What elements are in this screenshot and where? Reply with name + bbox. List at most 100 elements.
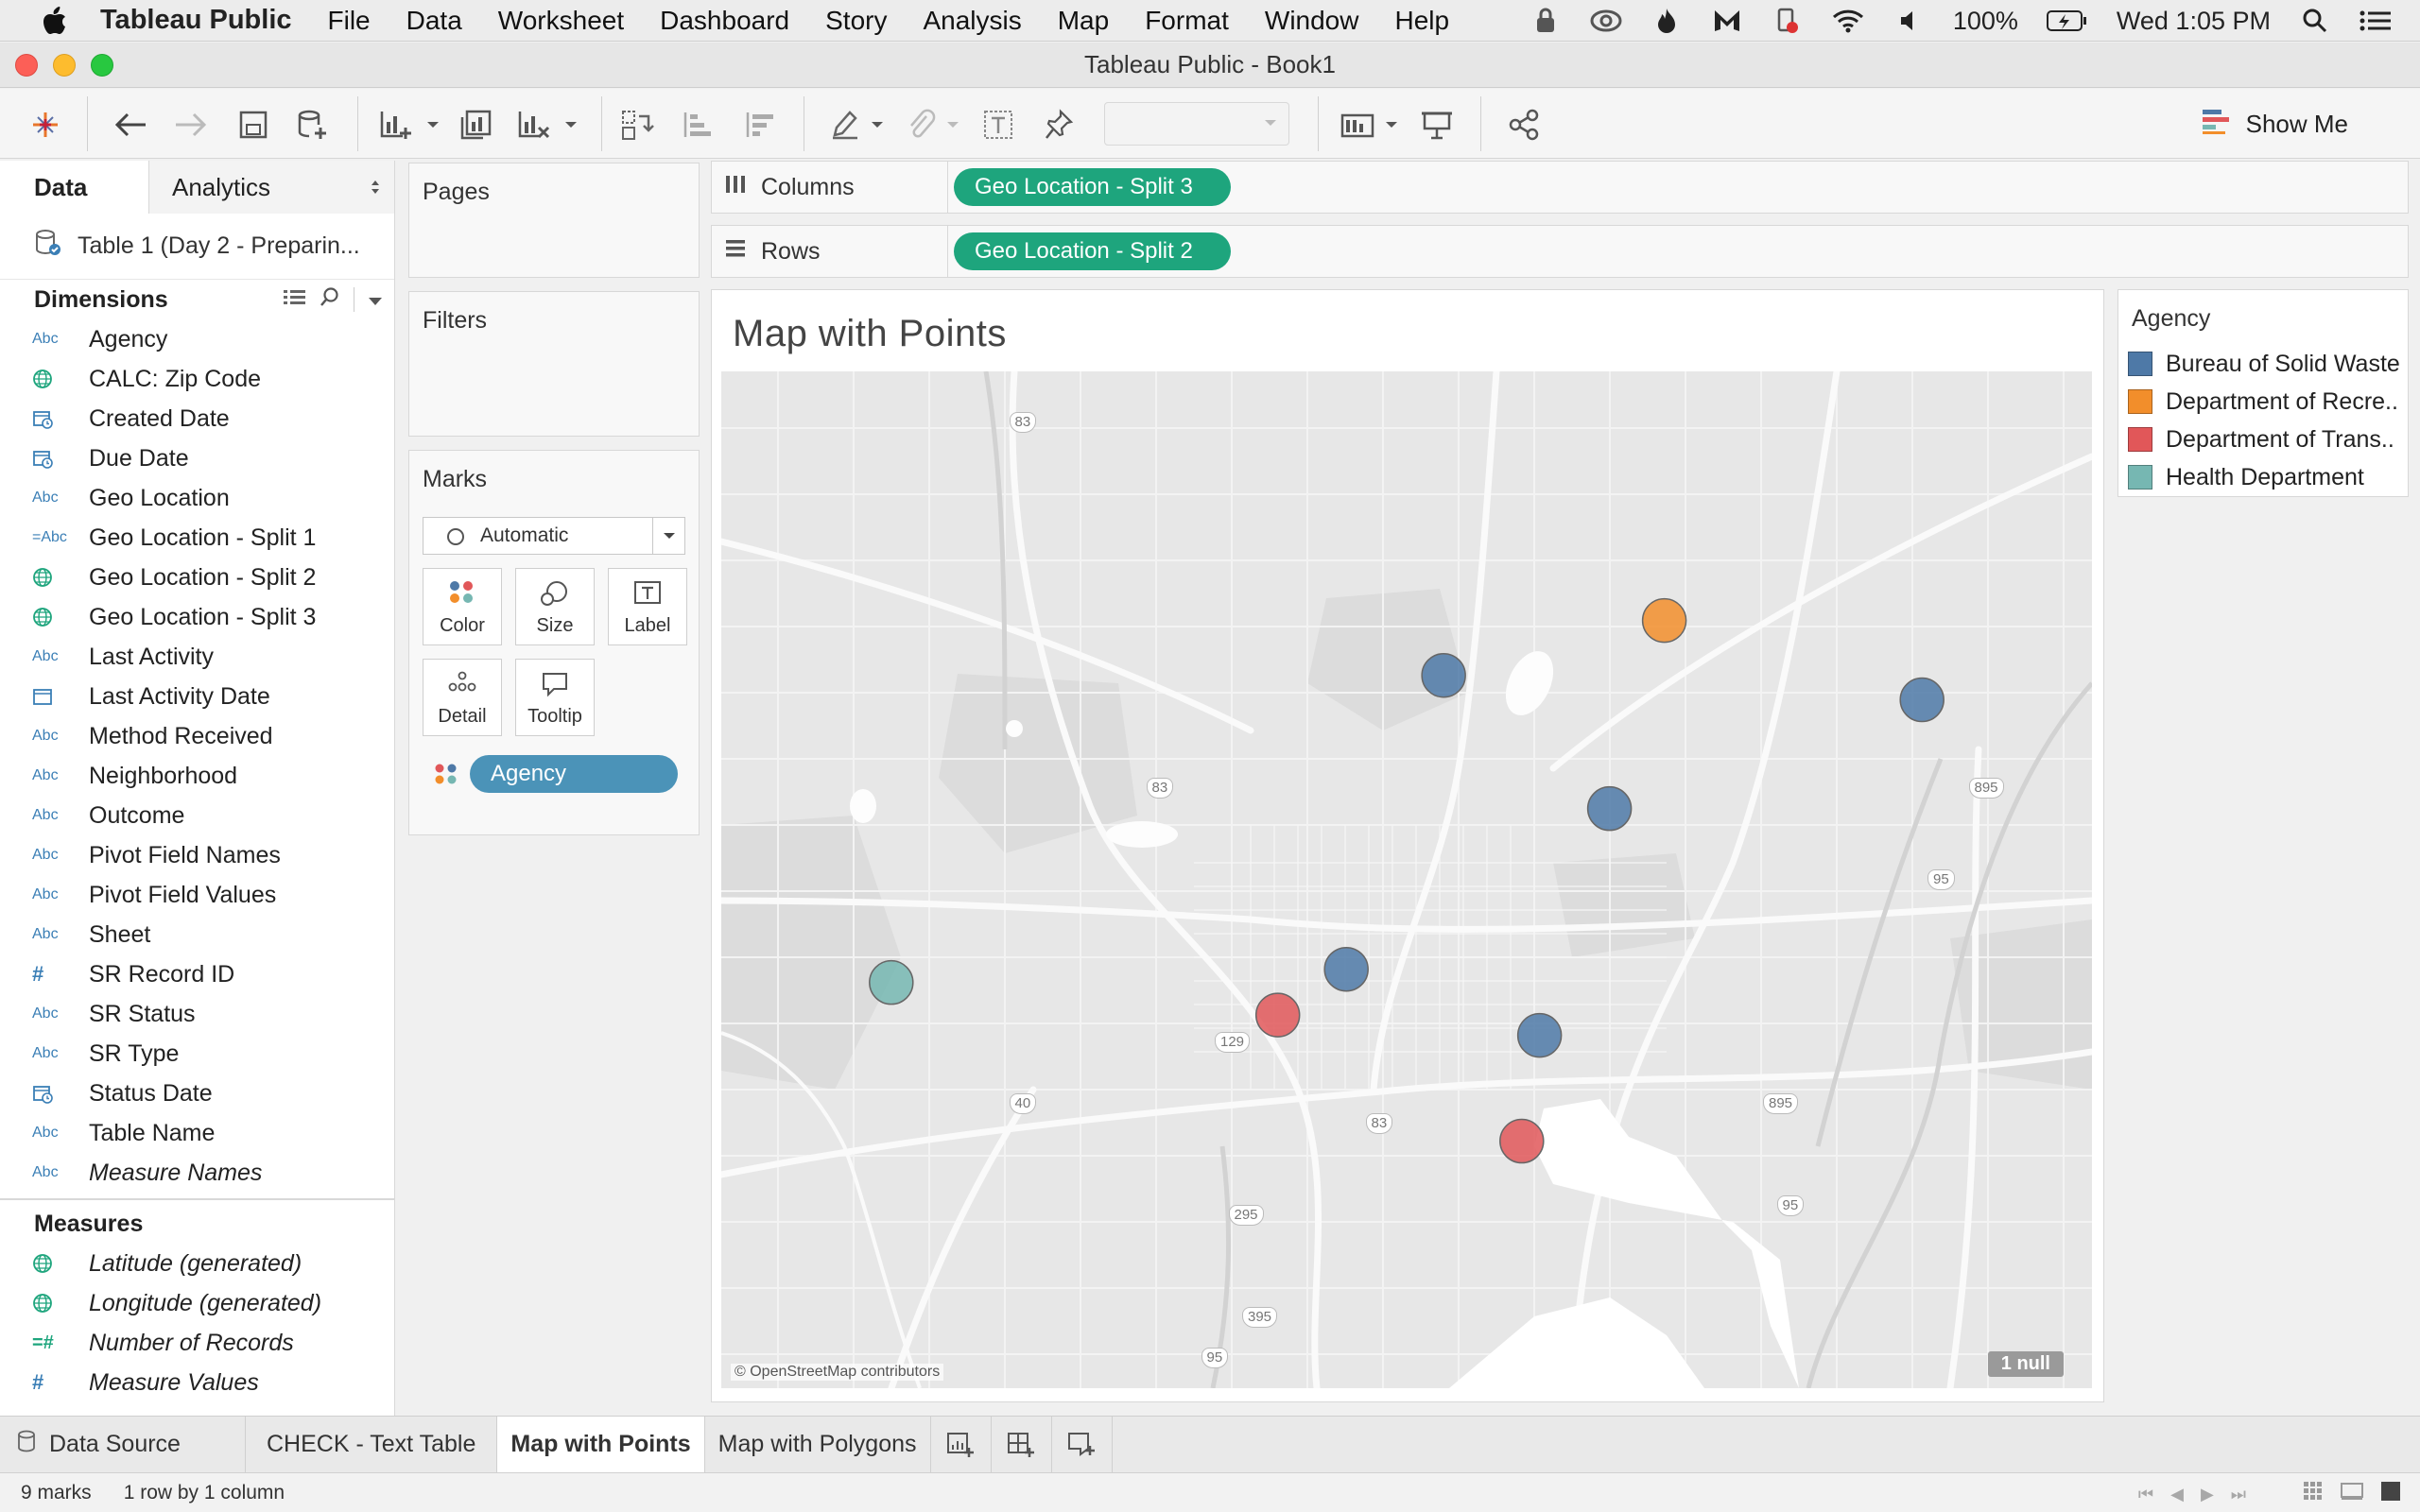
menu-data[interactable]: Data bbox=[406, 6, 462, 36]
dimension-field[interactable]: CALC: Zip Code bbox=[0, 359, 394, 399]
show-cards-dropdown-icon[interactable] bbox=[1380, 104, 1403, 146]
pages-card[interactable]: Pages bbox=[408, 163, 700, 278]
new-dashboard-tab-icon[interactable] bbox=[992, 1416, 1052, 1473]
view-list-icon[interactable] bbox=[284, 286, 306, 314]
worksheet-title[interactable]: Map with Points bbox=[733, 313, 1007, 355]
lock-icon[interactable] bbox=[1530, 5, 1562, 37]
show-filmstrip-icon[interactable] bbox=[2341, 1481, 2363, 1507]
map-canvas[interactable]: 83 83 95 895 129 40 83 895 95 295 395 95 © OpenStre… bbox=[721, 371, 2092, 1388]
show-cards-icon[interactable] bbox=[1337, 104, 1378, 146]
next-sheet-icon[interactable]: ▶ bbox=[2201, 1485, 2214, 1504]
fit-dropdown[interactable] bbox=[1104, 102, 1289, 146]
columns-shelf[interactable]: Columns Geo Location - Split 3 bbox=[711, 161, 2409, 214]
dimension-field[interactable]: Abc Table Name bbox=[0, 1113, 394, 1153]
filters-card[interactable]: Filters bbox=[408, 291, 700, 437]
dimension-field[interactable]: Abc Last Activity bbox=[0, 637, 394, 677]
mark-type-dropdown[interactable]: Automatic bbox=[423, 517, 685, 555]
dimension-field[interactable]: Abc SR Status bbox=[0, 994, 394, 1034]
presentation-mode-icon[interactable] bbox=[1416, 104, 1458, 146]
legend-item[interactable]: Department of Trans.. bbox=[2118, 421, 2408, 458]
dimension-field[interactable]: Abc Outcome bbox=[0, 796, 394, 835]
close-window-button[interactable] bbox=[15, 54, 38, 77]
menu-file[interactable]: File bbox=[328, 6, 371, 36]
dimension-field[interactable]: Abc Measure Names bbox=[0, 1153, 394, 1193]
dimension-field[interactable]: Geo Location - Split 3 bbox=[0, 597, 394, 637]
rows-shelf[interactable]: Rows Geo Location - Split 2 bbox=[711, 225, 2409, 278]
minimize-window-button[interactable] bbox=[53, 54, 76, 77]
dimension-field[interactable]: Abc Sheet bbox=[0, 915, 394, 954]
sheet-tab-check-text-table[interactable]: CHECK - Text Table bbox=[246, 1416, 498, 1473]
legend-item[interactable]: Department of Recre.. bbox=[2118, 383, 2408, 421]
show-sheet-sorter-icon[interactable] bbox=[2303, 1481, 2324, 1507]
tab-data[interactable]: Data bbox=[0, 161, 149, 214]
dimension-field[interactable]: Last Activity Date bbox=[0, 677, 394, 716]
spotlight-search-icon[interactable] bbox=[2299, 5, 2331, 37]
new-worksheet-icon[interactable] bbox=[376, 104, 418, 146]
menu-story[interactable]: Story bbox=[825, 6, 887, 36]
measure-field[interactable]: Latitude (generated) bbox=[0, 1244, 394, 1283]
map-point[interactable] bbox=[1586, 785, 1633, 832]
measure-field[interactable]: Longitude (generated) bbox=[0, 1283, 394, 1323]
zoom-window-button[interactable] bbox=[91, 54, 113, 77]
new-worksheet-dropdown-icon[interactable] bbox=[422, 104, 444, 146]
menu-window[interactable]: Window bbox=[1265, 6, 1359, 36]
null-indicator[interactable]: 1 null bbox=[1987, 1351, 2064, 1377]
menu-help[interactable]: Help bbox=[1394, 6, 1449, 36]
agency-color-pill[interactable]: Agency bbox=[470, 755, 678, 793]
dimension-field[interactable]: # SR Record ID bbox=[0, 954, 394, 994]
dimension-field[interactable]: Abc SR Type bbox=[0, 1034, 394, 1074]
dimension-field[interactable]: Abc Pivot Field Values bbox=[0, 875, 394, 915]
save-icon[interactable] bbox=[233, 104, 274, 146]
data-pane-menu-icon[interactable] bbox=[368, 286, 383, 314]
sort-descending-icon[interactable] bbox=[739, 104, 781, 146]
wifi-icon[interactable] bbox=[1832, 5, 1864, 37]
flame-icon[interactable] bbox=[1651, 5, 1683, 37]
malwarebytes-icon[interactable] bbox=[1711, 5, 1743, 37]
sheet-tab-map-with-polygons[interactable]: Map with Polygons bbox=[705, 1416, 931, 1473]
highlight-dropdown-icon[interactable] bbox=[866, 104, 889, 146]
group-dropdown-icon[interactable] bbox=[942, 104, 964, 146]
apple-menu-icon[interactable] bbox=[36, 2, 74, 40]
detail-button[interactable]: Detail bbox=[423, 659, 502, 736]
undo-icon[interactable] bbox=[110, 104, 151, 146]
sheet-tab-map-with-points[interactable]: Map with Points bbox=[497, 1416, 705, 1473]
measure-field[interactable]: =# Number of Records bbox=[0, 1323, 394, 1363]
map-point[interactable] bbox=[1499, 1118, 1545, 1164]
swap-rows-columns-icon[interactable] bbox=[616, 104, 658, 146]
duplicate-sheet-icon[interactable] bbox=[456, 104, 497, 146]
dimension-field[interactable]: Due Date bbox=[0, 438, 394, 478]
prev-sheet-icon[interactable]: ◀ bbox=[2170, 1485, 2184, 1504]
new-story-tab-icon[interactable] bbox=[1052, 1416, 1113, 1473]
dimension-field[interactable]: Abc Pivot Field Names bbox=[0, 835, 394, 875]
clear-sheet-dropdown-icon[interactable] bbox=[560, 104, 582, 146]
legend-item[interactable]: Health Department bbox=[2118, 458, 2408, 496]
map-point[interactable] bbox=[1641, 597, 1687, 644]
rows-pill[interactable]: Geo Location - Split 2 bbox=[954, 232, 1231, 270]
menu-map[interactable]: Map bbox=[1058, 6, 1109, 36]
dimension-field[interactable]: Status Date bbox=[0, 1074, 394, 1113]
group-members-icon[interactable] bbox=[900, 104, 942, 146]
datasource-item[interactable]: Table 1 (Day 2 - Preparin... bbox=[0, 214, 394, 280]
map-point[interactable] bbox=[1323, 946, 1369, 992]
label-button[interactable]: Label bbox=[608, 568, 687, 645]
show-mark-labels-icon[interactable] bbox=[977, 104, 1019, 146]
size-button[interactable]: Size bbox=[515, 568, 595, 645]
pin-axes-icon[interactable] bbox=[1038, 104, 1080, 146]
search-fields-icon[interactable] bbox=[320, 286, 340, 314]
map-point[interactable] bbox=[869, 959, 914, 1005]
legend-item[interactable]: Bureau of Solid Waste bbox=[2118, 345, 2408, 383]
new-worksheet-tab-icon[interactable] bbox=[931, 1416, 992, 1473]
battery-icon[interactable] bbox=[2046, 5, 2088, 37]
dimension-field[interactable]: Geo Location - Split 2 bbox=[0, 558, 394, 597]
data-source-tab[interactable]: Data Source bbox=[0, 1416, 246, 1473]
sort-ascending-icon[interactable] bbox=[677, 104, 718, 146]
clock[interactable]: Wed 1:05 PM bbox=[2117, 7, 2271, 36]
tooltip-button[interactable]: Tooltip bbox=[515, 659, 595, 736]
new-data-source-icon[interactable] bbox=[291, 104, 333, 146]
first-sheet-icon[interactable]: ⏮ bbox=[2138, 1485, 2153, 1504]
menu-worksheet[interactable]: Worksheet bbox=[498, 6, 624, 36]
app-name-menu[interactable]: Tableau Public bbox=[100, 5, 292, 36]
menu-dashboard[interactable]: Dashboard bbox=[660, 6, 789, 36]
highlight-icon[interactable] bbox=[824, 104, 866, 146]
measure-field[interactable]: # Measure Values bbox=[0, 1363, 394, 1402]
